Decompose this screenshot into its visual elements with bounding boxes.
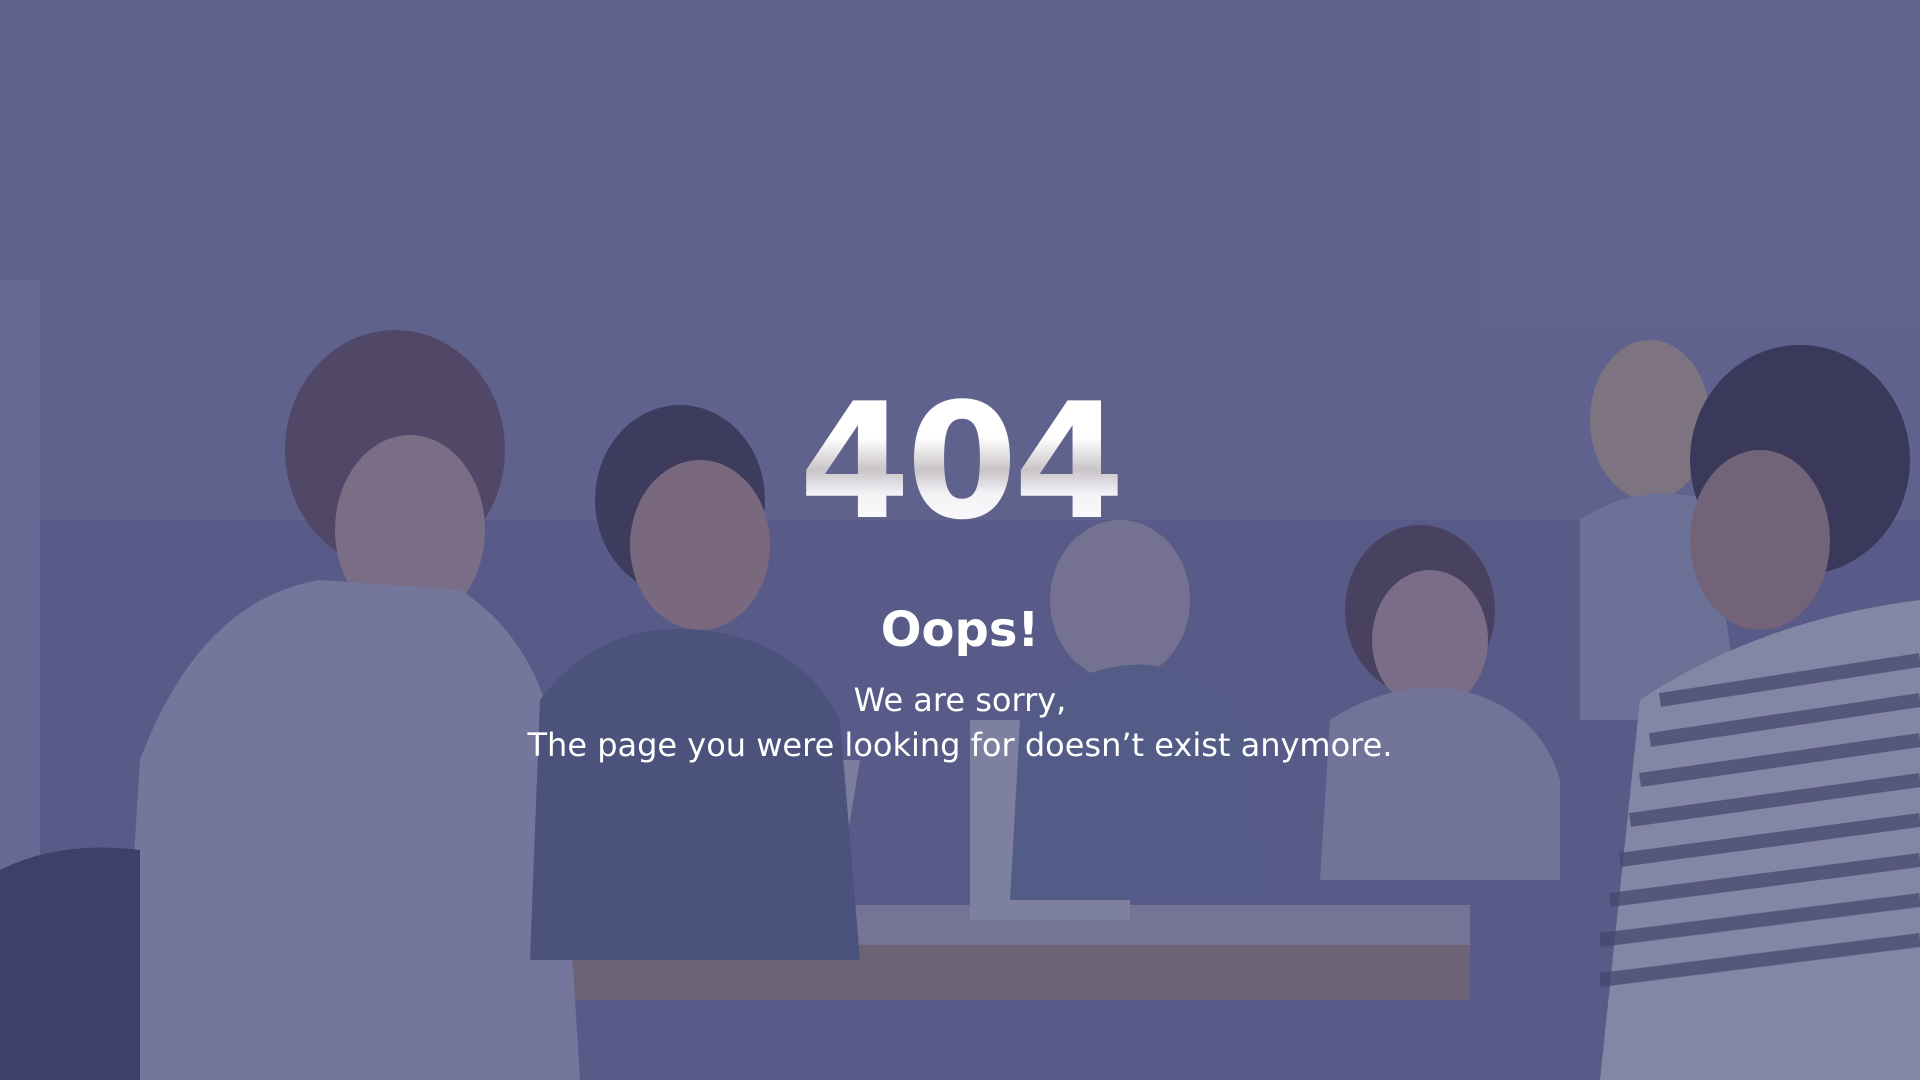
- error-code-digit: 4: [1013, 368, 1125, 555]
- error-message-line-2: The page you were looking for doesn’t ex…: [527, 726, 1393, 764]
- error-code-digit: 0: [906, 368, 1017, 555]
- error-message-line-1: We are sorry,: [853, 681, 1067, 719]
- error-code-404: 404: [0, 382, 1920, 542]
- error-page: 404 Oops! We are sorry, The page you wer…: [0, 0, 1920, 1080]
- error-message: We are sorry, The page you were looking …: [0, 678, 1920, 768]
- error-content: 404 Oops! We are sorry, The page you wer…: [0, 0, 1920, 1080]
- error-title: Oops!: [880, 602, 1040, 658]
- error-code-digit: 4: [799, 368, 910, 555]
